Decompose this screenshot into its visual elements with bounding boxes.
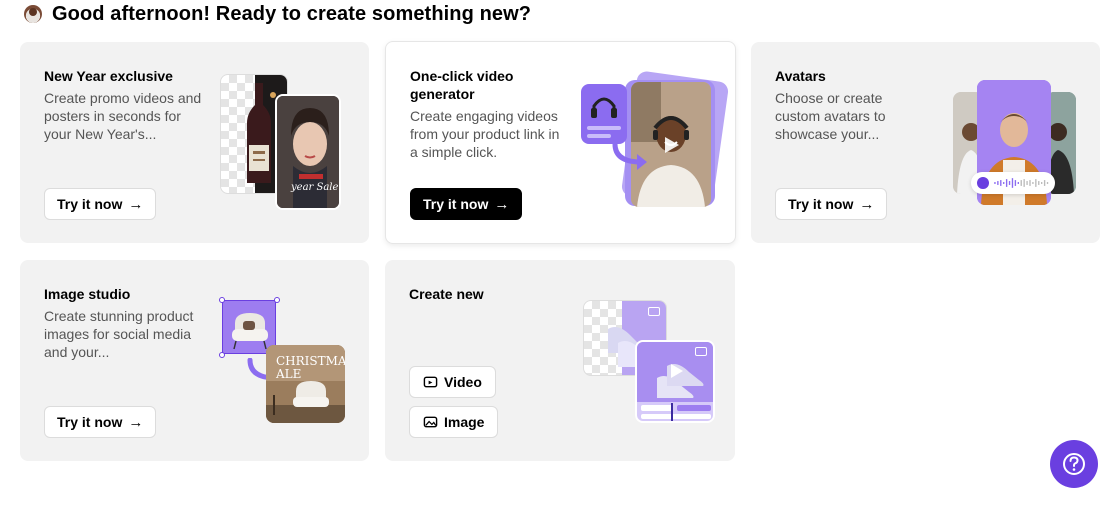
video-icon bbox=[695, 347, 707, 356]
greeting-header: Good afternoon! Ready to create somethin… bbox=[24, 3, 531, 25]
image-add-icon bbox=[423, 416, 438, 427]
timeline-track bbox=[641, 403, 711, 421]
card-create-new: Create new Video Image bbox=[385, 260, 735, 461]
card-image-studio[interactable]: Image studio Create stunning product ima… bbox=[20, 260, 369, 461]
poster-christmas-text: CHRISTMAS ALE bbox=[276, 354, 345, 381]
card-one-click-video-generator[interactable]: One-click video generator Create engagin… bbox=[385, 41, 736, 244]
play-icon bbox=[671, 364, 683, 378]
play-icon bbox=[977, 177, 989, 189]
video-generator-art bbox=[581, 70, 730, 210]
christmas-sale-poster: CHRISTMAS ALE bbox=[266, 345, 345, 423]
sneakers-video-card bbox=[635, 340, 715, 423]
question-icon bbox=[1063, 453, 1085, 475]
card-title: Create new bbox=[409, 286, 484, 302]
card-title: One-click video generator bbox=[410, 68, 514, 102]
greeting-text: Good afternoon! Ready to create somethin… bbox=[52, 2, 532, 25]
headphones-icon bbox=[587, 97, 621, 138]
try-it-now-label: Try it now bbox=[57, 196, 123, 212]
try-it-now-button[interactable]: Try it now → bbox=[410, 188, 523, 220]
image-studio-art: CHRISTMAS ALE bbox=[218, 296, 350, 426]
create-video-label: Video bbox=[444, 374, 482, 390]
help-button[interactable] bbox=[1050, 440, 1098, 488]
card-description: Choose or create custom avatars to showc… bbox=[775, 90, 886, 142]
card-description: Create stunning product images for socia… bbox=[44, 308, 194, 360]
card-description: Create engaging videos from your product… bbox=[410, 108, 560, 160]
avatars-art bbox=[951, 80, 1081, 210]
poster-sale-text: year Sale bbox=[291, 182, 339, 193]
image-icon bbox=[648, 307, 660, 316]
product-link-card bbox=[581, 84, 627, 144]
try-it-now-label: Try it now bbox=[788, 196, 854, 212]
try-it-now-label: Try it now bbox=[57, 414, 123, 430]
create-new-art bbox=[583, 298, 718, 428]
new-year-sale-poster: year Sale bbox=[275, 94, 341, 210]
card-title: New Year exclusive bbox=[44, 68, 173, 84]
video-add-icon bbox=[423, 376, 438, 387]
arrow-right-icon: → bbox=[128, 413, 144, 431]
create-image-label: Image bbox=[444, 414, 485, 430]
coffee-cup-icon bbox=[24, 5, 42, 23]
try-it-now-button[interactable]: Try it now → bbox=[44, 188, 157, 220]
play-icon bbox=[665, 137, 679, 153]
voice-waveform-pill bbox=[971, 172, 1055, 194]
create-video-button[interactable]: Video bbox=[409, 366, 496, 398]
arrow-right-icon: → bbox=[494, 195, 510, 213]
try-it-now-label: Try it now bbox=[423, 196, 489, 212]
waveform-icon bbox=[993, 178, 1048, 188]
curved-arrow-icon bbox=[612, 142, 647, 170]
card-new-year-exclusive[interactable]: New Year exclusive Create promo videos a… bbox=[20, 42, 369, 243]
card-title: Image studio bbox=[44, 286, 131, 302]
create-image-button[interactable]: Image bbox=[409, 406, 499, 438]
new-year-promo-art: year Sale bbox=[220, 74, 345, 214]
try-it-now-button[interactable]: Try it now → bbox=[44, 406, 157, 438]
card-avatars[interactable]: Avatars Choose or create custom avatars … bbox=[751, 42, 1100, 243]
card-description: Create promo videos and posters in secon… bbox=[44, 90, 202, 142]
card-title: Avatars bbox=[775, 68, 826, 84]
try-it-now-button[interactable]: Try it now → bbox=[775, 188, 888, 220]
arrow-right-icon: → bbox=[128, 195, 144, 213]
arrow-right-icon: → bbox=[859, 195, 875, 213]
